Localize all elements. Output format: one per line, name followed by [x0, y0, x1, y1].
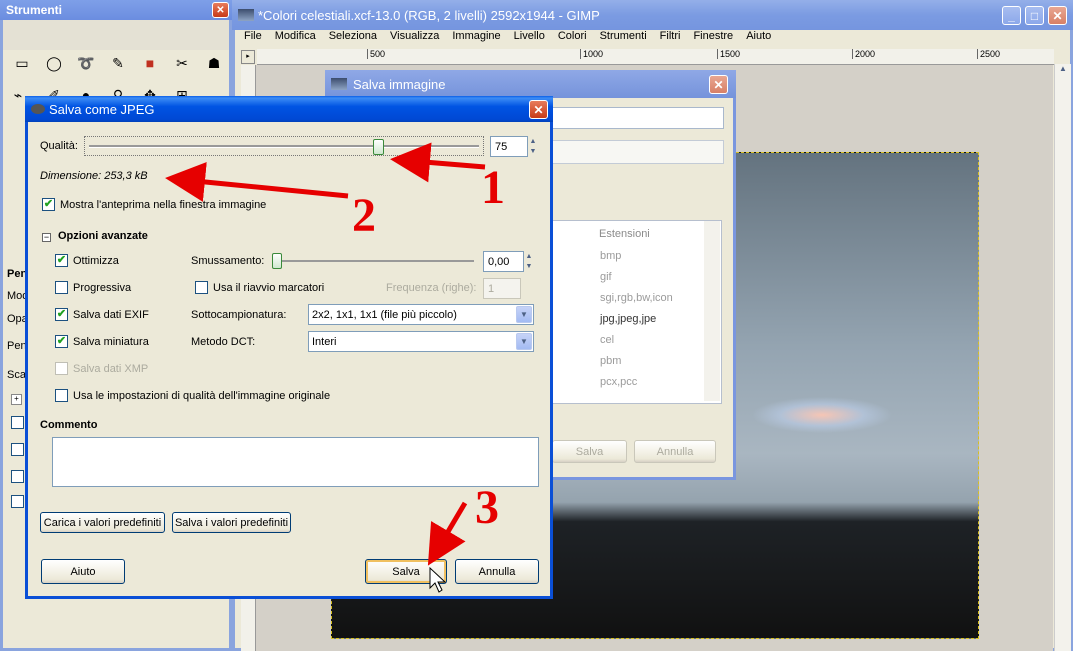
arrow-1 [390, 142, 486, 183]
mouse-cursor-icon [429, 566, 447, 593]
arrow-2 [165, 162, 349, 202]
arrow-3 [427, 501, 468, 566]
annotation-arrows [165, 142, 486, 593]
annotation-number-1: 1 [481, 161, 505, 214]
annotation-number-3: 3 [475, 481, 499, 534]
annotation-number-2: 2 [352, 189, 376, 242]
